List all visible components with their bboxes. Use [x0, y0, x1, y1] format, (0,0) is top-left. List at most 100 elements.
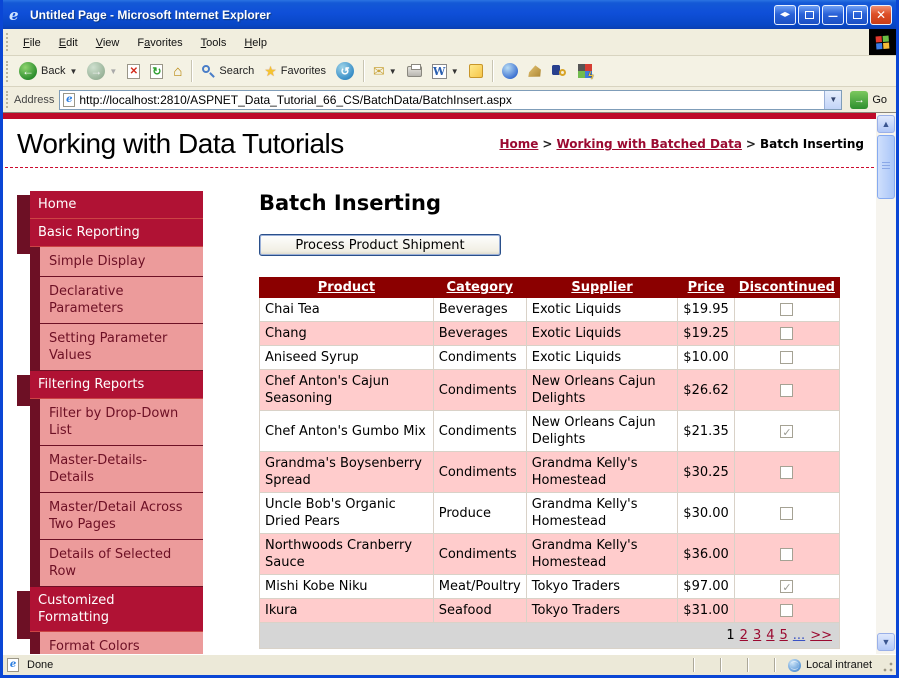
menu-tools[interactable]: Tools	[192, 34, 236, 52]
globe-icon	[788, 659, 801, 672]
menu-favorites[interactable]: Favorites	[128, 34, 191, 52]
sidebar-item-basic-reporting[interactable]: Basic Reporting	[30, 219, 203, 247]
pager-page-2[interactable]: 2	[740, 628, 748, 643]
sidebar-item-master-detail-across-two-pages[interactable]: Master/Detail Across Two Pages	[30, 493, 203, 540]
detach-window-button[interactable]	[798, 5, 820, 25]
cell-supplier: Exotic Liquids	[526, 322, 678, 346]
toolbar-grip[interactable]	[6, 61, 9, 82]
sidebar-item-setting-parameter-values[interactable]: Setting Parameter Values	[30, 324, 203, 371]
sort-link-product[interactable]: Product	[318, 280, 375, 295]
stop-button[interactable]: ✕	[122, 62, 145, 81]
discontinued-checkbox-checked	[780, 425, 793, 438]
edit-dropdown-icon[interactable]: ▼	[451, 67, 459, 76]
browser-window: e Untitled Page - Microsoft Internet Exp…	[0, 0, 899, 678]
vertical-scrollbar[interactable]: ▲ ▼	[876, 113, 896, 654]
sidebar-item-filter-by-drop-down-list[interactable]: Filter by Drop-Down List	[30, 399, 203, 446]
pager-page-3[interactable]: 3	[753, 628, 761, 643]
status-text: Done	[27, 659, 53, 671]
column-header-product[interactable]: Product	[260, 278, 434, 298]
pane-arrows-button[interactable]: ◂▸	[774, 5, 796, 25]
favorites-star-icon: ★	[264, 63, 277, 80]
mail-button[interactable]: ✉▼	[368, 61, 402, 82]
search-button[interactable]: Search	[196, 62, 259, 80]
addon-button-1[interactable]	[523, 62, 547, 80]
sort-link-price[interactable]: Price	[688, 280, 725, 295]
home-button[interactable]: ⌂	[168, 61, 187, 82]
menu-view[interactable]: View	[87, 34, 129, 52]
sort-link-supplier[interactable]: Supplier	[571, 280, 632, 295]
column-header-price[interactable]: Price	[678, 278, 735, 298]
cell-category: Condiments	[433, 411, 526, 452]
sidebar-item-home[interactable]: Home	[30, 191, 203, 219]
back-dropdown-icon[interactable]: ▼	[69, 67, 77, 76]
sidebar-item-filtering-reports[interactable]: Filtering Reports	[30, 371, 203, 399]
pager-page-4[interactable]: 4	[766, 628, 774, 643]
edit-with-word-button[interactable]: W▼	[427, 62, 464, 81]
refresh-button[interactable]: ↻	[145, 62, 168, 81]
history-button[interactable]: ↺	[331, 60, 359, 82]
pager-ellipsis-link[interactable]: ...	[793, 628, 805, 643]
print-icon	[407, 66, 422, 77]
breadcrumb-home[interactable]: Home	[499, 137, 538, 151]
pager-next-link[interactable]: >>	[810, 628, 832, 643]
scroll-up-button[interactable]: ▲	[877, 115, 895, 133]
print-button[interactable]	[402, 64, 427, 79]
discontinued-checkbox-unchecked	[780, 351, 793, 364]
column-header-supplier[interactable]: Supplier	[526, 278, 678, 298]
resize-grip[interactable]	[882, 661, 894, 673]
cell-supplier: Tokyo Traders	[526, 575, 678, 599]
breadcrumb-separator: >	[542, 137, 552, 151]
addon-button-2[interactable]	[573, 62, 597, 80]
menu-file[interactable]: File	[14, 34, 50, 52]
toolbar-grip[interactable]	[6, 33, 9, 51]
forward-button[interactable]: → ▼	[82, 60, 122, 82]
toolbar-grip[interactable]	[6, 91, 9, 109]
sidebar-item-format-colors[interactable]: Format Colors	[30, 632, 203, 654]
page-icon: e	[63, 93, 75, 107]
go-button[interactable]: → Go	[842, 91, 893, 109]
address-input[interactable]	[79, 93, 824, 107]
column-header-category[interactable]: Category	[433, 278, 526, 298]
sidebar-item-details-of-selected-row[interactable]: Details of Selected Row	[30, 540, 203, 587]
menu-help[interactable]: Help	[235, 34, 276, 52]
address-dropdown-button[interactable]: ▼	[824, 91, 841, 109]
cell-category: Condiments	[433, 452, 526, 493]
addon-icon	[528, 64, 542, 78]
breadcrumb: Home>Working with Batched Data>Batch Ins…	[499, 137, 864, 151]
sort-link-discontinued[interactable]: Discontinued	[739, 280, 835, 295]
discontinued-checkbox-checked	[780, 580, 793, 593]
research-button[interactable]	[547, 63, 573, 79]
sidebar-item-customized-formatting[interactable]: Customized Formatting	[30, 587, 203, 632]
sidebar-item-simple-display[interactable]: Simple Display	[30, 247, 203, 277]
status-bar: e Done Local intranet	[3, 654, 896, 675]
maximize-button[interactable]	[846, 5, 868, 25]
cell-discontinued	[734, 534, 839, 575]
back-button[interactable]: ← Back ▼	[14, 60, 82, 82]
back-icon: ←	[19, 62, 37, 80]
sort-link-category[interactable]: Category	[447, 280, 513, 295]
cell-discontinued	[734, 298, 839, 322]
cell-category: Seafood	[433, 599, 526, 623]
standard-buttons-toolbar: ← Back ▼ → ▼ ✕ ↻ ⌂ Search ★ Favorites ↺ …	[3, 56, 896, 87]
process-product-shipment-button[interactable]: Process Product Shipment	[259, 234, 501, 256]
scroll-down-button[interactable]: ▼	[877, 633, 895, 651]
pager-page-5[interactable]: 5	[780, 628, 788, 643]
breadcrumb-working-with-batched-data[interactable]: Working with Batched Data	[556, 137, 741, 151]
mail-dropdown-icon[interactable]: ▼	[389, 67, 397, 76]
scroll-thumb[interactable]	[877, 135, 895, 199]
sidebar-item-master-details-details[interactable]: Master-Details-Details	[30, 446, 203, 493]
cell-supplier: Tokyo Traders	[526, 599, 678, 623]
cell-category: Beverages	[433, 298, 526, 322]
favorites-button[interactable]: ★ Favorites	[259, 61, 331, 82]
minimize-button[interactable]: —	[822, 5, 844, 25]
close-button[interactable]: ✕	[870, 5, 892, 25]
cell-price: $30.25	[678, 452, 735, 493]
sidebar-item-declarative-parameters[interactable]: Declarative Parameters	[30, 277, 203, 324]
discuss-button[interactable]	[464, 62, 488, 80]
cell-price: $97.00	[678, 575, 735, 599]
column-header-discontinued[interactable]: Discontinued	[734, 278, 839, 298]
menu-edit[interactable]: Edit	[50, 34, 87, 52]
title-bar[interactable]: e Untitled Page - Microsoft Internet Exp…	[3, 0, 896, 29]
messenger-button[interactable]	[497, 61, 523, 81]
discontinued-checkbox-unchecked	[780, 466, 793, 479]
